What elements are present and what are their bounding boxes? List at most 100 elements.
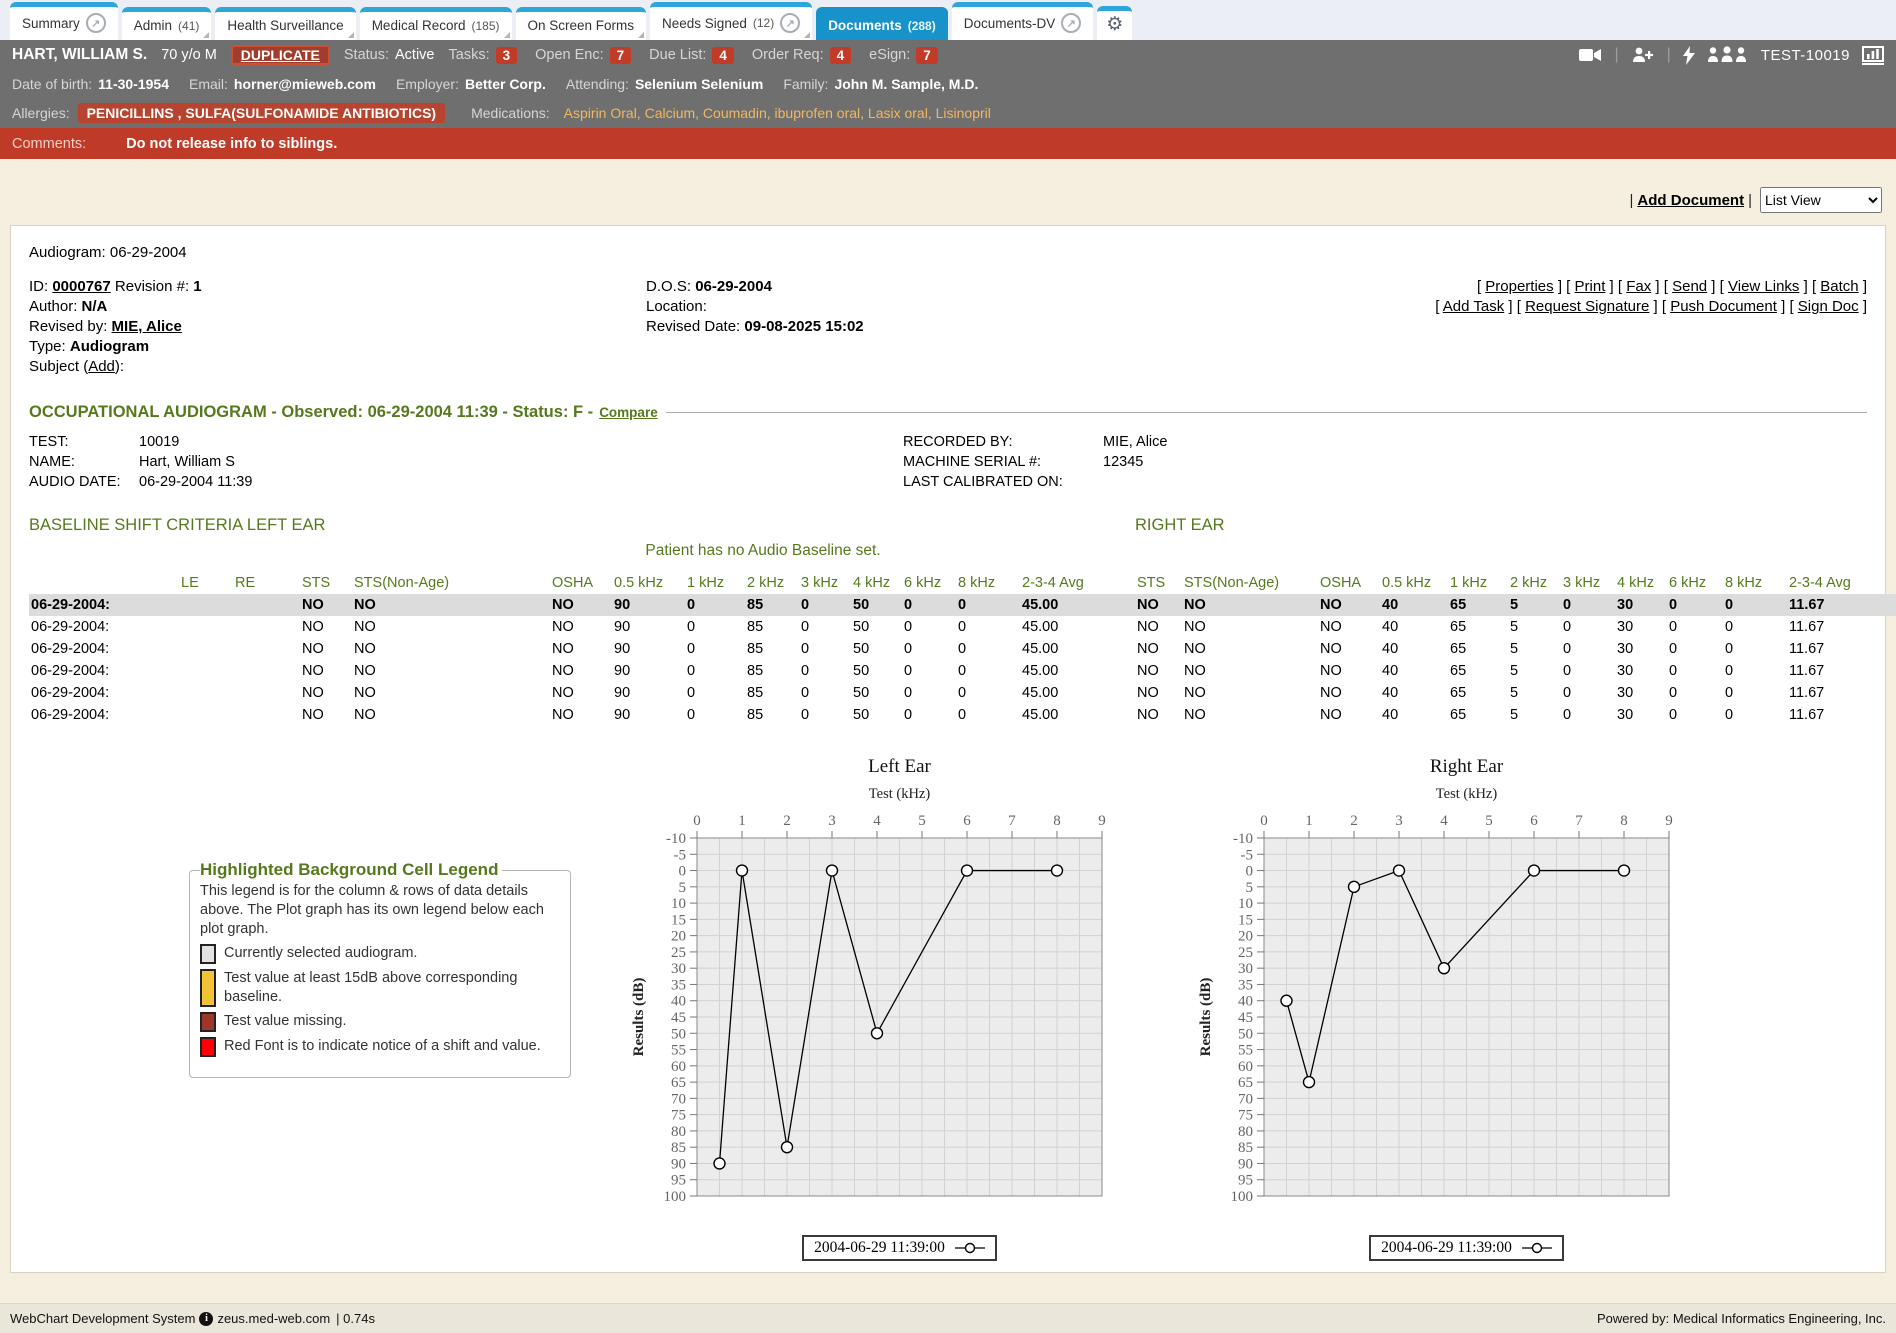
svg-text:2: 2 xyxy=(1350,813,1358,829)
video-camera-icon[interactable] xyxy=(1578,46,1602,64)
document-actions-row1: [ Properties ] [ Print ] [ Fax ] [ Send … xyxy=(1435,277,1867,297)
comments-label: Comments: xyxy=(12,136,86,152)
add-person-icon[interactable] xyxy=(1631,46,1655,64)
cell: NO xyxy=(1318,638,1380,660)
tab-label: Documents xyxy=(828,18,902,33)
tab-health-surveillance[interactable]: Health Surveillance xyxy=(215,7,355,40)
audiogram-row[interactable]: 06-29-2004:NONONO900850500045.00NONONO40… xyxy=(29,682,1896,704)
tab-summary[interactable]: Summary↗ xyxy=(10,2,118,40)
external-link-icon[interactable]: ↗ xyxy=(780,13,800,33)
tab-admin[interactable]: Admin(41) xyxy=(122,7,212,40)
cell: 0 xyxy=(1667,704,1723,726)
badge-count[interactable]: 3 xyxy=(496,47,518,64)
svg-text:15: 15 xyxy=(671,912,686,928)
audiogram-row[interactable]: 06-29-2004:NONONO900850500045.00NONONO40… xyxy=(29,704,1896,726)
add-document-link[interactable]: Add Document xyxy=(1637,192,1744,209)
tab-documents-dv[interactable]: Documents-DV↗ xyxy=(952,2,1094,40)
audiogram-row[interactable]: 06-29-2004:NONONO900850500045.00NONONO40… xyxy=(29,660,1896,682)
view-select[interactable]: List View xyxy=(1760,187,1882,213)
document-id-link[interactable]: 0000767 xyxy=(52,278,110,295)
compare-link[interactable]: Compare xyxy=(599,405,658,420)
document-actions: [ Properties ] [ Print ] [ Fax ] [ Send … xyxy=(1435,277,1867,377)
document-header: ID: 0000767 Revision #: 1 Author: N/A Re… xyxy=(29,277,1867,377)
detail-attending: Attending:Selenium Selenium xyxy=(566,76,763,92)
chart-series-name: 2004-06-29 11:39:00 xyxy=(814,1239,945,1257)
tab-needs-signed[interactable]: Needs Signed(12)↗ xyxy=(650,2,812,40)
duplicate-flag[interactable]: DUPLICATE xyxy=(231,45,330,65)
document-toolbar: | Add Document | List View xyxy=(0,173,1896,213)
action-print[interactable]: Print xyxy=(1575,278,1606,295)
tab-documents[interactable]: Documents(288) xyxy=(816,7,948,40)
cell: 0 xyxy=(1561,660,1615,682)
tab-on-screen-forms[interactable]: On Screen Forms xyxy=(516,7,647,40)
svg-text:50: 50 xyxy=(1238,1026,1253,1042)
audiogram-row-selected[interactable]: 06-29-2004:NONONO900850500045.00NONONO40… xyxy=(29,594,1896,616)
action-fax[interactable]: Fax xyxy=(1626,278,1651,295)
badge-count[interactable]: 7 xyxy=(610,47,632,64)
flash-icon[interactable] xyxy=(1683,46,1695,65)
badge-count[interactable]: 4 xyxy=(712,47,734,64)
action-send[interactable]: Send xyxy=(1672,278,1707,295)
cell: NO xyxy=(352,682,550,704)
footer-host[interactable]: zeus.med-web.com xyxy=(217,1311,330,1326)
tab-medical-record[interactable]: Medical Record(185) xyxy=(360,7,512,40)
document-actions-row2: [ Add Task ] [ Request Signature ] [ Pus… xyxy=(1435,297,1867,317)
svg-text:45: 45 xyxy=(1238,1010,1253,1026)
cell: 85 xyxy=(745,594,799,616)
svg-text:5: 5 xyxy=(1246,880,1254,896)
cell: 30 xyxy=(1615,660,1667,682)
legend-label: Test value missing. xyxy=(224,1012,347,1032)
cell: NO xyxy=(300,594,352,616)
legend-label: Test value at least 15dB above correspon… xyxy=(224,969,560,1007)
action-view-links[interactable]: View Links xyxy=(1728,278,1799,295)
audiogram-row[interactable]: 06-29-2004:NONONO900850500045.00NONONO40… xyxy=(29,638,1896,660)
badge-count[interactable]: 4 xyxy=(830,47,852,64)
info-icon[interactable]: i xyxy=(199,1312,213,1326)
cell: 11.67 xyxy=(1787,660,1896,682)
detail-family: Family:John M. Sample, M.D. xyxy=(783,76,978,92)
cell: 06-29-2004: xyxy=(29,704,179,726)
revised-by-link[interactable]: MIE, Alice xyxy=(112,318,182,335)
badge-count[interactable]: 7 xyxy=(916,47,938,64)
svg-text:95: 95 xyxy=(1238,1173,1253,1189)
detail-employer: Employer:Better Corp. xyxy=(396,76,546,92)
cell: 45.00 xyxy=(1020,638,1135,660)
cell: 30 xyxy=(1615,638,1667,660)
cell xyxy=(233,682,300,704)
chart-legend-wrap: 2004-06-29 11:39:00 xyxy=(1264,1235,1669,1261)
cell: 06-29-2004: xyxy=(29,638,179,660)
action-sign-doc[interactable]: Sign Doc xyxy=(1798,298,1859,315)
svg-text:55: 55 xyxy=(671,1043,686,1059)
cell: 40 xyxy=(1380,704,1448,726)
external-link-icon[interactable]: ↗ xyxy=(86,13,106,33)
subject-add-link[interactable]: Add xyxy=(88,358,115,375)
audiogram-row[interactable]: 06-29-2004:NONONO900850500045.00NONONO40… xyxy=(29,616,1896,638)
cell xyxy=(179,594,233,616)
cell: NO xyxy=(1182,660,1318,682)
cell: 90 xyxy=(612,638,685,660)
column-header: 4 kHz xyxy=(1615,572,1667,594)
cell: 90 xyxy=(612,682,685,704)
cell-legend-box: Highlighted Background Cell Legend This … xyxy=(189,860,571,1078)
action-add-task[interactable]: Add Task xyxy=(1443,298,1504,315)
settings-tab[interactable]: ⚙ xyxy=(1097,6,1132,40)
cell: 0 xyxy=(685,638,745,660)
action-request-signature[interactable]: Request Signature xyxy=(1525,298,1649,315)
badge-open-enc: Open Enc:7 xyxy=(535,47,631,64)
svg-text:9: 9 xyxy=(1098,813,1106,829)
svg-text:Results (dB): Results (dB) xyxy=(631,978,647,1057)
patients-group-icon[interactable] xyxy=(1707,46,1749,64)
action-batch[interactable]: Batch xyxy=(1820,278,1858,295)
detail-email: Email:horner@mieweb.com xyxy=(189,76,376,92)
cell xyxy=(179,704,233,726)
column-header: 8 kHz xyxy=(1723,572,1787,594)
badge-group: Tasks:3Open Enc:7Due List:4Order Req:4eS… xyxy=(449,47,938,64)
action-push-document[interactable]: Push Document xyxy=(1670,298,1777,315)
svg-text:-5: -5 xyxy=(1241,847,1254,863)
bar-chart-icon[interactable] xyxy=(1862,46,1884,65)
meta-row: LAST CALIBRATED ON: xyxy=(903,472,1167,492)
column-header: 4 kHz xyxy=(851,572,902,594)
external-link-icon[interactable]: ↗ xyxy=(1061,13,1081,33)
action-properties[interactable]: Properties xyxy=(1485,278,1553,295)
cell: 45.00 xyxy=(1020,616,1135,638)
